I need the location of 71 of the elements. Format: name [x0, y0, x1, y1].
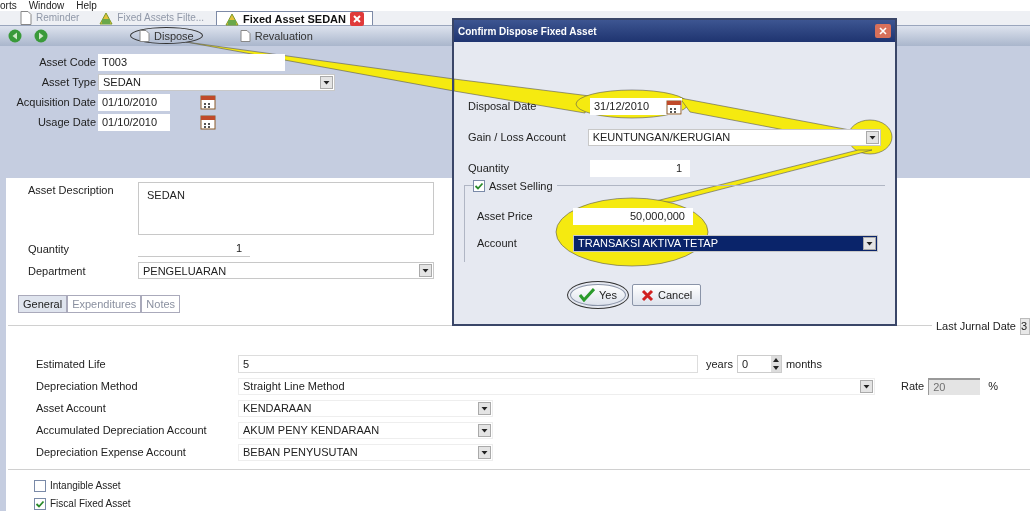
forward-icon[interactable]: [34, 28, 48, 43]
check-icon: [474, 181, 484, 192]
dropdown-field[interactable]: BEBAN PENYUSUTAN: [238, 444, 493, 461]
dropdown-field[interactable]: Straight Line Method: [238, 378, 875, 395]
field-label: Accumulated Depreciation Account: [36, 423, 208, 439]
document-tab[interactable]: Fixed Asset SEDAN: [216, 11, 373, 25]
field-label: Asset Price: [477, 209, 534, 225]
spinner-field[interactable]: 0: [736, 355, 782, 373]
check-icon: [35, 498, 45, 509]
field-label: Depreciation Method: [36, 379, 139, 395]
date-field[interactable]: 3: [1020, 318, 1030, 335]
close-icon[interactable]: [875, 24, 891, 38]
field-label: Asset Type: [40, 75, 96, 91]
dropdown-field[interactable]: SEDAN: [98, 73, 335, 91]
checkbox[interactable]: [34, 497, 46, 510]
form-tab[interactable]: General: [18, 295, 68, 313]
calendar-icon[interactable]: [200, 114, 216, 131]
text-area[interactable]: SEDAN: [138, 182, 434, 236]
number-field[interactable]: 5: [238, 355, 698, 373]
dropdown-field[interactable]: TRANSAKSI AKTIVA TETAP: [573, 235, 878, 252]
field-label: Department: [28, 263, 87, 279]
field-label: Asset Account: [36, 401, 107, 417]
checkbox-label: Asset Selling: [489, 179, 553, 194]
field-label: Last Jurnal Date: [935, 319, 1016, 335]
back-icon[interactable]: [8, 28, 22, 43]
check-icon: [579, 288, 595, 302]
field-label: Asset Description: [28, 183, 115, 199]
menu-item[interactable]: orts: [0, 0, 17, 11]
field-label: Disposal Date: [468, 99, 538, 115]
close-icon[interactable]: [349, 11, 364, 26]
unit-label: months: [785, 356, 822, 372]
checkbox[interactable]: [473, 180, 485, 193]
date-field[interactable]: 31/12/2010: [590, 98, 682, 115]
checkbox-label: Fiscal Fixed Asset: [50, 497, 131, 511]
field-label: Usage Date: [36, 115, 96, 131]
dialog-title: Confirm Dispose Fixed Asset: [458, 24, 597, 39]
field-label: Rate: [901, 379, 925, 395]
dialog-button[interactable]: Cancel: [631, 284, 702, 306]
dropdown-field[interactable]: KEUNTUNGAN/KERUGIAN: [587, 129, 881, 146]
field-label: Gain / Loss Account: [468, 130, 567, 146]
menu-item[interactable]: Help: [76, 0, 97, 11]
calendar-icon[interactable]: [666, 98, 682, 115]
number-field[interactable]: 50,000,000: [573, 208, 693, 225]
calendar-icon[interactable]: [200, 94, 216, 111]
field-label: Depreciation Expense Account: [36, 445, 187, 461]
field-label: Quantity: [468, 161, 510, 177]
dropdown-field[interactable]: AKUM PENY KENDARAAN: [238, 422, 493, 439]
dropdown-field[interactable]: KENDARAAN: [238, 400, 493, 417]
menu-item[interactable]: Window: [28, 0, 65, 11]
document-icon: [239, 29, 251, 42]
number-field[interactable]: 1: [590, 160, 690, 177]
spinner-arrows-icon[interactable]: [770, 356, 781, 372]
field-label: Estimated Life: [36, 356, 107, 372]
rate-field: 20: [928, 378, 981, 395]
number-field[interactable]: 1: [138, 240, 250, 258]
document-icon: [139, 29, 150, 42]
field-label: Acquisition Date: [15, 95, 96, 111]
checkbox-label: Intangible Asset: [50, 479, 121, 493]
unit-label: years: [706, 356, 733, 372]
dialog-button[interactable]: Yes: [570, 284, 626, 306]
unit-label: %: [988, 379, 999, 395]
date-field[interactable]: 01/10/2010: [98, 113, 170, 131]
date-field[interactable]: 01/10/2010: [98, 93, 170, 111]
field-label: Quantity: [28, 241, 70, 257]
field-label: Asset Code: [38, 55, 96, 71]
text-field[interactable]: T003: [98, 53, 285, 71]
toolbar-button[interactable]: Revaluation: [230, 27, 322, 45]
checkbox[interactable]: [34, 479, 46, 492]
field-label: Account: [477, 236, 518, 252]
dropdown-field[interactable]: PENGELUARAN: [138, 262, 434, 280]
cross-icon: [640, 288, 654, 302]
